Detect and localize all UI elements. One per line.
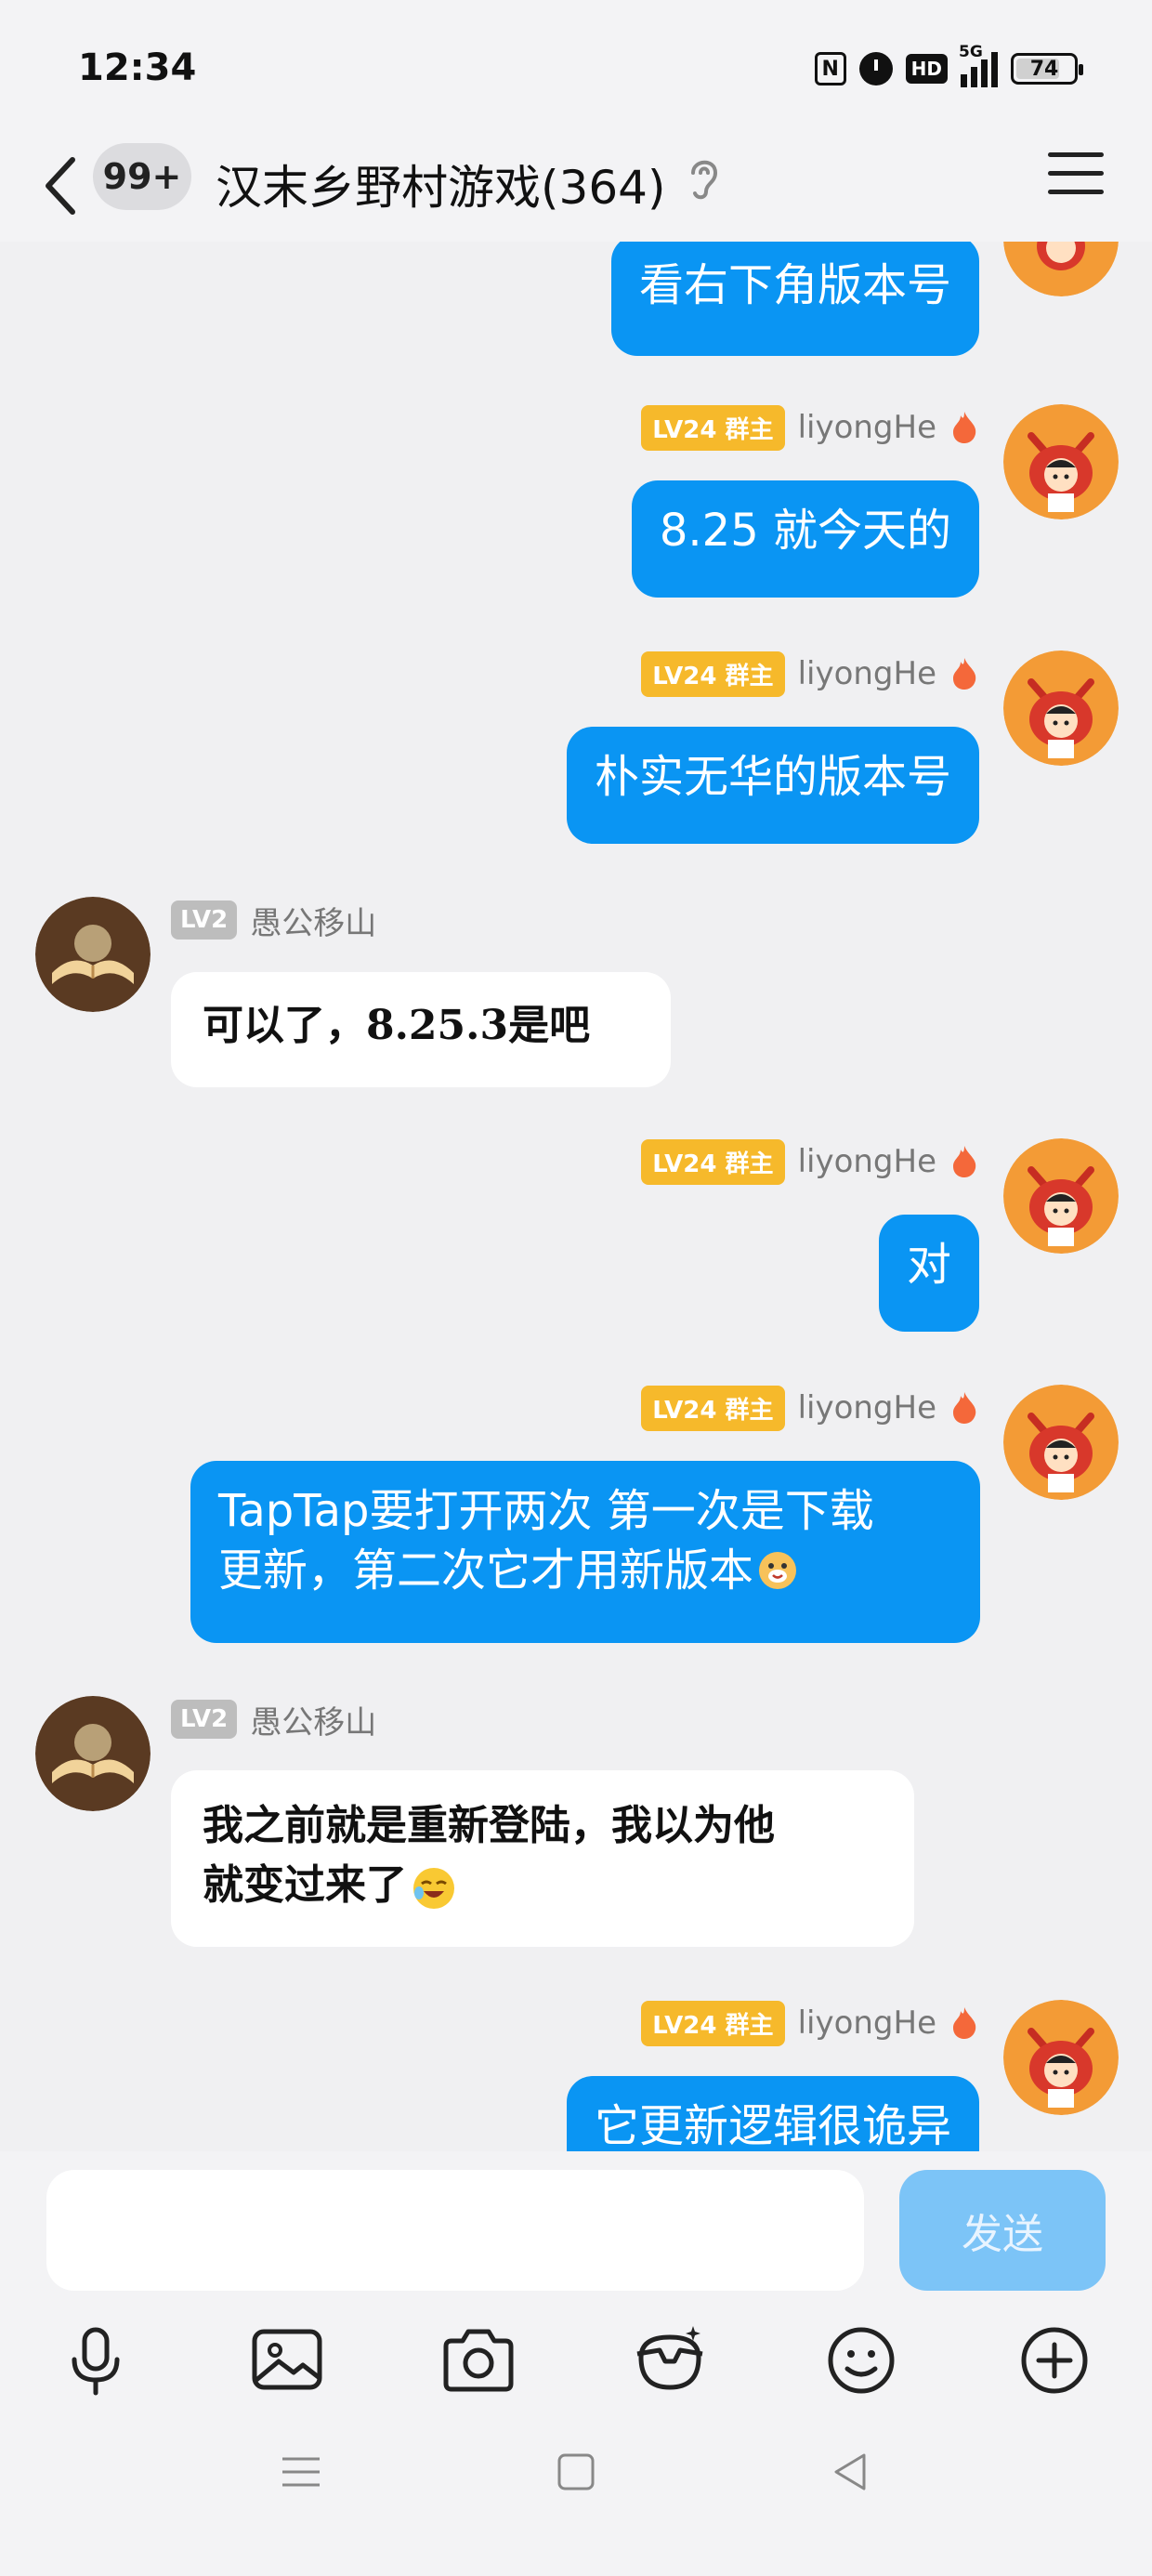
message-bubble[interactable]: 可以了，8.25.3是吧	[171, 972, 671, 1087]
owner-level-badge: LV24 群主	[641, 404, 785, 451]
message-bubble[interactable]: 8.25 就今天的	[631, 480, 979, 598]
message-meta: LV24 群主 liyongHe	[641, 1385, 979, 1431]
alarm-icon	[858, 52, 893, 85]
message-bubble[interactable]: 我之前就是重新登陆，我以为他 就变过来了	[171, 1770, 914, 1947]
sender-name[interactable]: 愚公移山	[250, 1697, 376, 1742]
back-nav-icon[interactable]	[823, 2444, 879, 2500]
network-type: 5G	[959, 43, 983, 61]
sender-name[interactable]: liyongHe	[798, 655, 936, 692]
message-bubble[interactable]: 对	[878, 1215, 979, 1332]
composer-bar: 发送	[0, 2151, 1152, 2576]
microphone-icon[interactable]	[54, 2319, 137, 2402]
owner-level-badge: LV24 群主	[641, 1385, 785, 1431]
flame-icon	[953, 658, 976, 690]
camera-icon[interactable]	[437, 2319, 520, 2402]
message-line: 更新，第二次它才用新版本	[218, 1541, 952, 1600]
avatar[interactable]	[35, 1696, 151, 1811]
hamburger-menu-icon[interactable]	[1048, 152, 1104, 201]
hd-icon: HD	[905, 54, 948, 84]
message-line: 我之前就是重新登陆，我以为他	[203, 1802, 775, 1849]
message-input[interactable]	[46, 2170, 864, 2291]
sender-name[interactable]: liyongHe	[798, 409, 936, 446]
battery-icon: 74	[1011, 53, 1083, 85]
5g-signal-icon: 5G	[959, 43, 998, 87]
image-icon[interactable]	[245, 2319, 329, 2402]
message-meta: LV24 群主 liyongHe	[641, 651, 979, 697]
battery-level: 74	[1029, 57, 1059, 81]
message-meta: LV2 愚公移山	[171, 1696, 376, 1742]
sender-name[interactable]: liyongHe	[798, 1143, 936, 1180]
grinning-dog-emoji	[759, 1552, 797, 1589]
message-bubble[interactable]: 朴实无华的版本号	[566, 727, 979, 844]
message-meta: LV24 群主 liyongHe	[641, 1138, 979, 1185]
avatar[interactable]	[1003, 404, 1119, 519]
sticker-icon[interactable]	[628, 2319, 712, 2402]
avatar[interactable]	[1003, 242, 1119, 296]
owner-level-badge: LV24 群主	[641, 2000, 785, 2046]
send-button[interactable]: 发送	[899, 2170, 1106, 2291]
status-bar: 12:34 N HD 5G 74	[0, 0, 1152, 130]
avatar[interactable]	[1003, 651, 1119, 766]
home-nav-icon[interactable]	[548, 2444, 604, 2500]
owner-level-badge: LV24 群主	[641, 1138, 785, 1185]
status-icons: N HD 5G 74	[814, 43, 1083, 91]
emoji-icon[interactable]	[819, 2319, 903, 2402]
message-line: TapTap要打开两次 第一次是下载	[218, 1485, 874, 1537]
laughing-tears-emoji	[413, 1868, 454, 1909]
chat-header: 99+ 汉末乡野村游戏(364)	[0, 130, 1152, 242]
status-time: 12:34	[78, 46, 197, 89]
message-bubble[interactable]: 看右下角版本号	[610, 242, 979, 356]
plus-icon[interactable]	[1013, 2319, 1096, 2402]
message-meta: LV2 愚公移山	[171, 897, 376, 943]
message-meta: LV24 群主 liyongHe	[641, 2000, 979, 2046]
chevron-left-icon[interactable]	[37, 139, 84, 232]
level-badge: LV2	[171, 900, 238, 940]
owner-level-badge: LV24 群主	[641, 651, 785, 697]
menu-nav-icon[interactable]	[273, 2444, 329, 2500]
flame-icon	[953, 412, 976, 443]
avatar[interactable]	[35, 897, 151, 1012]
message-bubble[interactable]: TapTap要打开两次 第一次是下载 更新，第二次它才用新版本	[190, 1461, 980, 1643]
avatar[interactable]	[1003, 2000, 1119, 2115]
avatar[interactable]	[1003, 1385, 1119, 1500]
sender-name[interactable]: 愚公移山	[250, 898, 376, 943]
nfc-icon: N	[814, 52, 846, 85]
level-badge: LV2	[171, 1700, 238, 1739]
sender-name[interactable]: liyongHe	[798, 2004, 936, 2042]
sender-name[interactable]: liyongHe	[798, 1389, 936, 1426]
flame-icon	[953, 1146, 976, 1177]
message-meta: LV24 群主 liyongHe	[641, 404, 979, 451]
avatar[interactable]	[1003, 1138, 1119, 1254]
message-list[interactable]: 看右下角版本号 LV24 群主 liyongHe 8.25 就今天的 LV24 …	[0, 242, 1152, 2151]
ear-icon[interactable]	[684, 152, 725, 203]
flame-icon	[953, 1392, 976, 1424]
flame-icon	[953, 2007, 976, 2039]
message-bubble[interactable]: 它更新逻辑很诡异	[566, 2076, 979, 2151]
group-title[interactable]: 汉末乡野村游戏(364)	[216, 151, 665, 217]
unread-badge[interactable]: 99+	[93, 143, 191, 210]
message-line: 就变过来了	[203, 1856, 883, 1915]
